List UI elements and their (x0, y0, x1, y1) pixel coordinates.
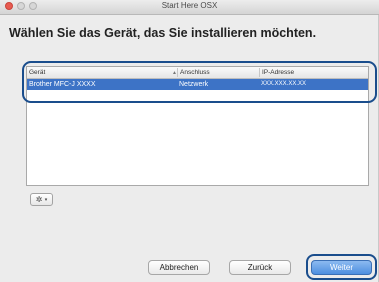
next-button[interactable]: Weiter (311, 260, 372, 275)
column-header-device[interactable]: Gerät (27, 68, 175, 77)
chevron-down-icon: ▾ (44, 197, 48, 203)
action-menu-button[interactable]: ✲ ▾ (30, 193, 53, 206)
installer-window: Start Here OSX Wählen Sie das Gerät, das… (0, 0, 379, 282)
column-header-ip[interactable]: IP-Adresse (259, 68, 369, 77)
title-bar: Start Here OSX (0, 0, 379, 15)
cancel-button[interactable]: Abbrechen (148, 260, 210, 275)
gear-icon: ✲ (35, 195, 43, 204)
table-row[interactable]: Brother MFC-J XXXX Netzwerk XXX.XXX.XX.X… (27, 79, 368, 90)
cell-connection: Netzwerk (179, 81, 209, 88)
window-title: Start Here OSX (161, 1, 218, 10)
device-table: Gerät ▲ Anschluss IP-Adresse Brother MFC… (26, 66, 369, 186)
cell-ip: XXX.XXX.XX.XX (261, 81, 307, 87)
cell-device: Brother MFC-J XXXX (29, 81, 96, 88)
page-heading: Wählen Sie das Gerät, das Sie installier… (9, 26, 317, 40)
table-header: Gerät ▲ Anschluss IP-Adresse (27, 67, 368, 79)
column-header-connection[interactable]: Anschluss (177, 68, 259, 77)
back-button[interactable]: Zurück (229, 260, 291, 275)
